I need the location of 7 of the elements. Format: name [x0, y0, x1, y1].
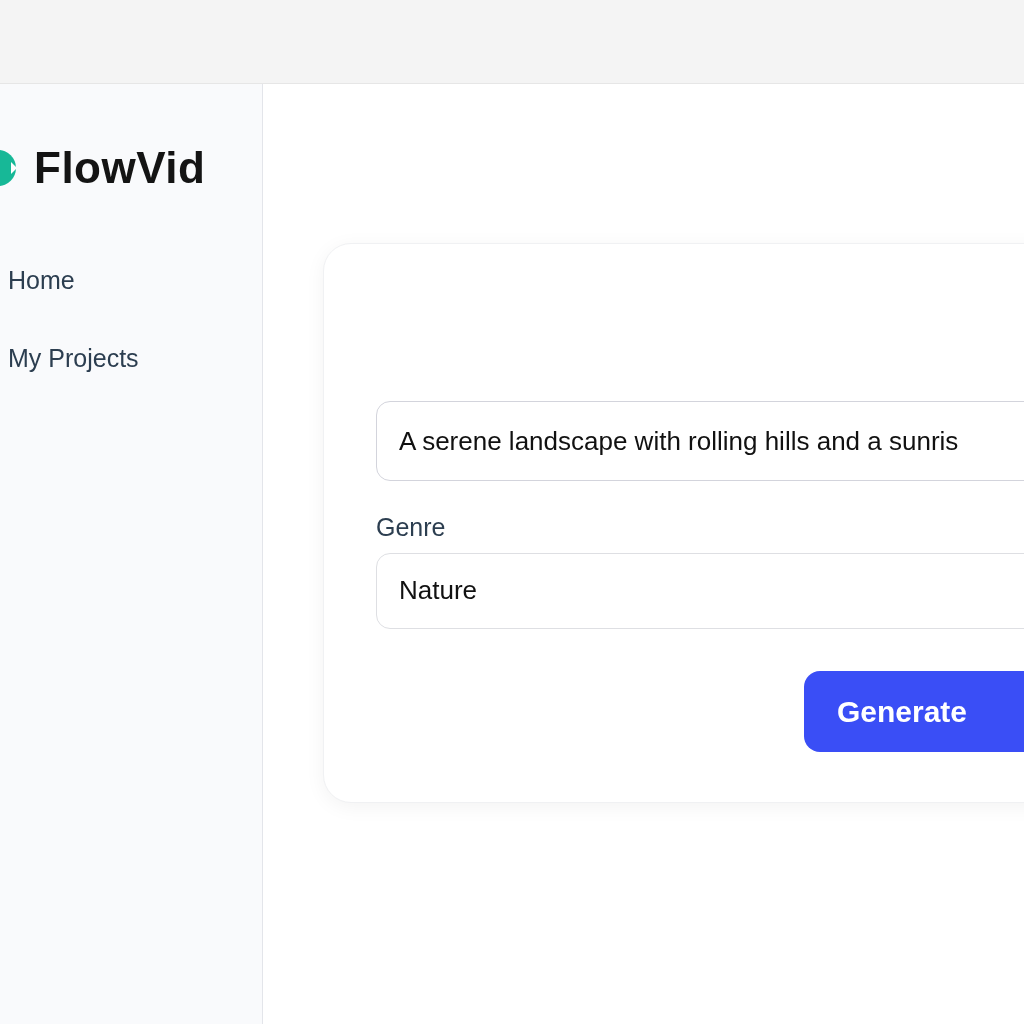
generate-button[interactable]: Generate	[804, 670, 1024, 752]
nav-link[interactable]: Home	[8, 262, 75, 300]
prompt-field[interactable]: A serene landscape with rolling hills and a sunris	[376, 401, 1024, 481]
field-label: Genre	[376, 512, 446, 543]
nav-link[interactable]: My Projects	[8, 339, 139, 377]
app-name: FlowVid	[34, 142, 206, 194]
genre-dropdown[interactable]: Nature	[376, 552, 1024, 629]
